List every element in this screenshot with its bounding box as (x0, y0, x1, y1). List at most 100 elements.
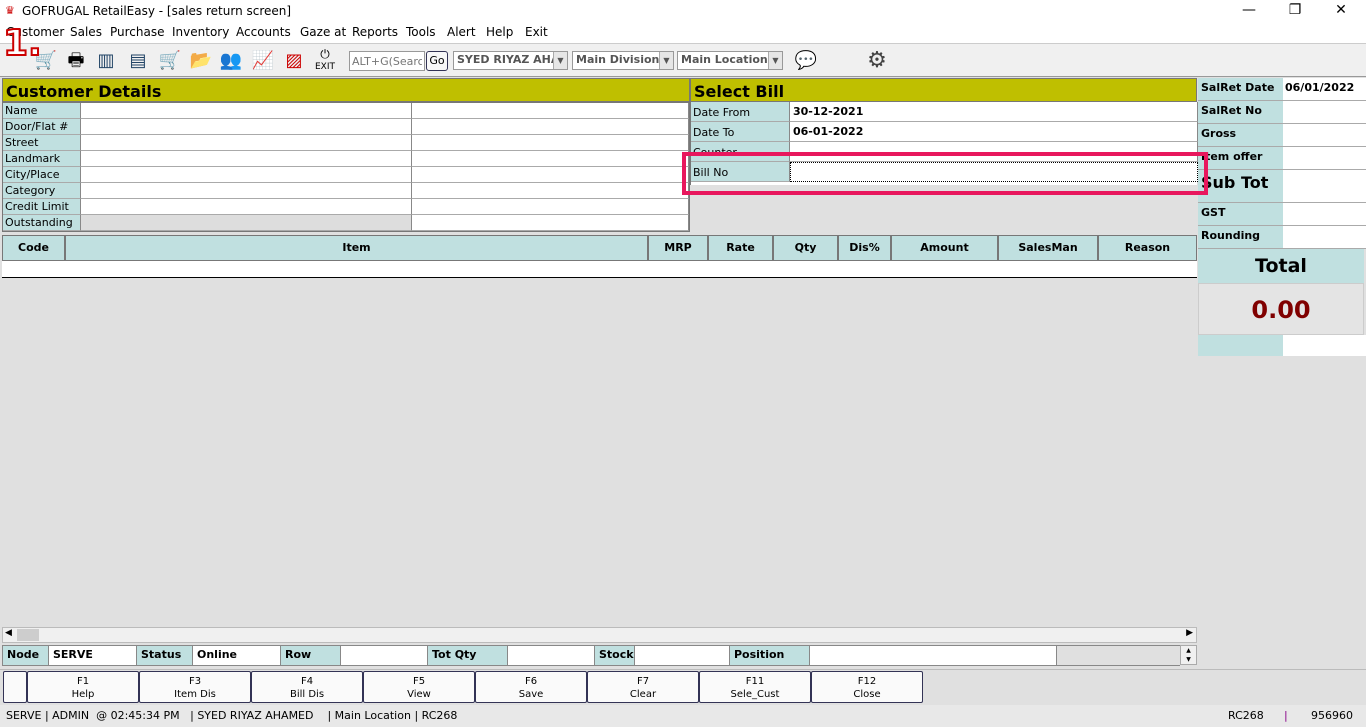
customer-field-label: Landmark (3, 151, 81, 167)
rounding-value (1283, 226, 1366, 249)
menu-reports[interactable]: Reports (352, 25, 398, 39)
customer-field-input[interactable] (81, 215, 412, 231)
column-header[interactable]: Qty (773, 235, 838, 261)
horizontal-scrollbar[interactable]: ◀ ▶ (2, 627, 1197, 643)
column-header[interactable]: Code (2, 235, 65, 261)
bill-field-input[interactable]: 06-01-2022 (790, 122, 1198, 142)
summary-extra-value (1283, 335, 1366, 356)
menu-exit[interactable]: Exit (525, 25, 548, 39)
customer-field-input[interactable] (81, 119, 412, 135)
app-logo-icon: ♛ (5, 4, 15, 17)
position-label: Position (730, 646, 810, 665)
column-header[interactable]: Amount (891, 235, 998, 261)
bar-chart-icon[interactable]: 📈 (251, 49, 275, 73)
customer-field-extra[interactable] (412, 199, 689, 215)
menu-sales[interactable]: Sales (70, 25, 102, 39)
column-header[interactable]: Reason (1098, 235, 1197, 261)
fkey-key: F3 (188, 676, 202, 687)
purchase-cart-icon[interactable]: 🛒 (158, 49, 182, 73)
customer-field-input[interactable] (81, 135, 412, 151)
restore-button[interactable]: ❐ (1275, 2, 1315, 18)
salret-date-value[interactable]: 06/01/2022 (1283, 78, 1366, 101)
customer-field-extra[interactable] (412, 215, 689, 231)
bill-field-label: Date From (691, 102, 790, 122)
users-icon[interactable]: 👥 (219, 49, 243, 73)
bill-field-label: Date To (691, 122, 790, 142)
user-value: SYED RIYAZ AHAMED (457, 53, 567, 66)
menu-bar: Customer Sales Purchase Inventory Accoun… (0, 23, 1366, 43)
barcode-icon[interactable]: ▥ (94, 49, 118, 73)
search-input[interactable] (349, 51, 425, 71)
grid-row[interactable] (2, 261, 1197, 278)
menu-purchase[interactable]: Purchase (110, 25, 165, 39)
scroll-left-icon[interactable]: ◀ (5, 628, 12, 638)
scroll-right-icon[interactable]: ▶ (1186, 628, 1193, 638)
customer-field-input[interactable] (81, 151, 412, 167)
customer-field-extra[interactable] (412, 135, 689, 151)
chat-icon[interactable]: 💬 (794, 49, 818, 73)
column-header[interactable]: Dis% (838, 235, 891, 261)
go-button[interactable]: Go (426, 51, 448, 71)
total-value: 0.00 (1198, 283, 1364, 335)
bill-field-input[interactable]: 30-12-2021 (790, 102, 1198, 122)
fkey-button[interactable]: F1 Help (27, 671, 139, 703)
customer-field-extra[interactable] (412, 167, 689, 183)
menu-inventory[interactable]: Inventory (172, 25, 229, 39)
fkey-label: Clear (629, 689, 657, 700)
document-icon[interactable]: ▤ (126, 49, 150, 73)
customer-field-extra[interactable] (412, 183, 689, 199)
column-header[interactable]: MRP (648, 235, 708, 261)
fkey-button[interactable]: F4 Bill Dis (251, 671, 363, 703)
customer-field-input[interactable] (81, 183, 412, 199)
location-select[interactable]: Main Location ▼ (677, 51, 783, 70)
folder-icon[interactable]: 📂 (189, 49, 213, 73)
customer-field-extra[interactable] (412, 103, 689, 119)
menu-help[interactable]: Help (486, 25, 513, 39)
fkey-button[interactable]: F3 Item Dis (139, 671, 251, 703)
column-header[interactable]: Rate (708, 235, 773, 261)
scroll-thumb[interactable] (17, 629, 39, 641)
fkey-button[interactable]: F5 View (363, 671, 475, 703)
salret-date-label: SalRet Date (1198, 78, 1283, 101)
menu-alert[interactable]: Alert (447, 25, 476, 39)
fkey-button[interactable]: F7 Clear (587, 671, 699, 703)
gear-icon[interactable]: ⚙ (865, 49, 889, 73)
item-offer-label: Item offer (1198, 147, 1283, 170)
customer-field-label: Credit Limit (3, 199, 81, 215)
menu-accounts[interactable]: Accounts (236, 25, 291, 39)
customer-field-input[interactable] (81, 103, 412, 119)
status-spinner[interactable]: ▲ ▼ (1180, 645, 1197, 665)
menu-tools[interactable]: Tools (406, 25, 436, 39)
customer-field-extra[interactable] (412, 119, 689, 135)
fkey-button[interactable]: F6 Save (475, 671, 587, 703)
spin-down-icon[interactable]: ▼ (1186, 656, 1191, 663)
exit-button[interactable]: ⏻ EXIT (313, 47, 337, 73)
division-select[interactable]: Main Division ▼ (572, 51, 674, 70)
spin-up-icon[interactable]: ▲ (1186, 647, 1191, 654)
window-title: GOFRUGAL RetailEasy - [sales return scre… (22, 4, 292, 18)
minimize-button[interactable]: — (1229, 2, 1269, 18)
salret-no-label: SalRet No (1198, 101, 1283, 124)
printer-icon[interactable]: 🖶 (64, 49, 88, 73)
column-header[interactable]: SalesMan (998, 235, 1098, 261)
customer-field-label: Outstanding (3, 215, 81, 231)
fkey-label: Sele_Cust (730, 689, 780, 700)
power-icon: ⏻ (320, 47, 330, 61)
bottom-status-bar: SERVE | ADMIN @ 02:45:34 PM | SYED RIYAZ… (0, 705, 1366, 727)
customer-field-input[interactable] (81, 199, 412, 215)
chevron-down-icon: ▼ (659, 52, 673, 69)
customer-field-extra[interactable] (412, 151, 689, 167)
close-button[interactable]: ✕ (1321, 2, 1361, 18)
user-select[interactable]: SYED RIYAZ AHAMED▼ (453, 51, 568, 70)
highlight-box (682, 152, 1208, 195)
menu-gaze-at[interactable]: Gaze at (300, 25, 346, 39)
fkey-button[interactable]: F11 Sele_Cust (699, 671, 811, 703)
location-value: Main Location (681, 53, 768, 66)
tot-qty-label: Tot Qty (428, 646, 508, 665)
column-header[interactable]: Item (65, 235, 648, 261)
fkey-button[interactable]: F12 Close (811, 671, 923, 703)
total-label: Total (1198, 249, 1364, 283)
report-chart-icon[interactable]: ▨ (282, 49, 306, 73)
customer-field-input[interactable] (81, 167, 412, 183)
fkey-label: Item Dis (174, 689, 216, 700)
